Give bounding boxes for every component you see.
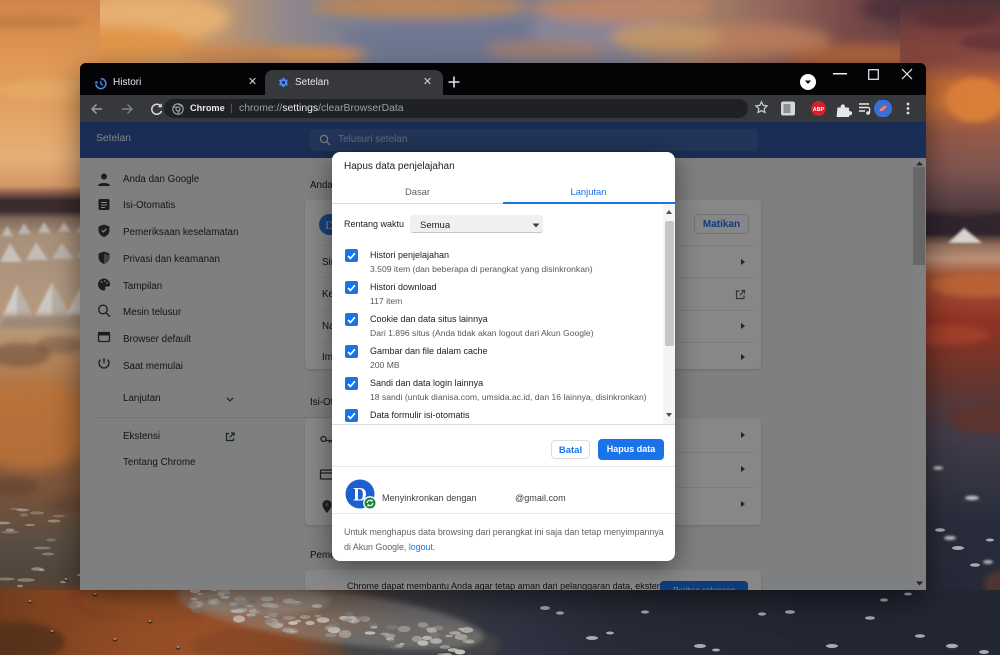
svg-text:ABP: ABP <box>813 107 825 113</box>
